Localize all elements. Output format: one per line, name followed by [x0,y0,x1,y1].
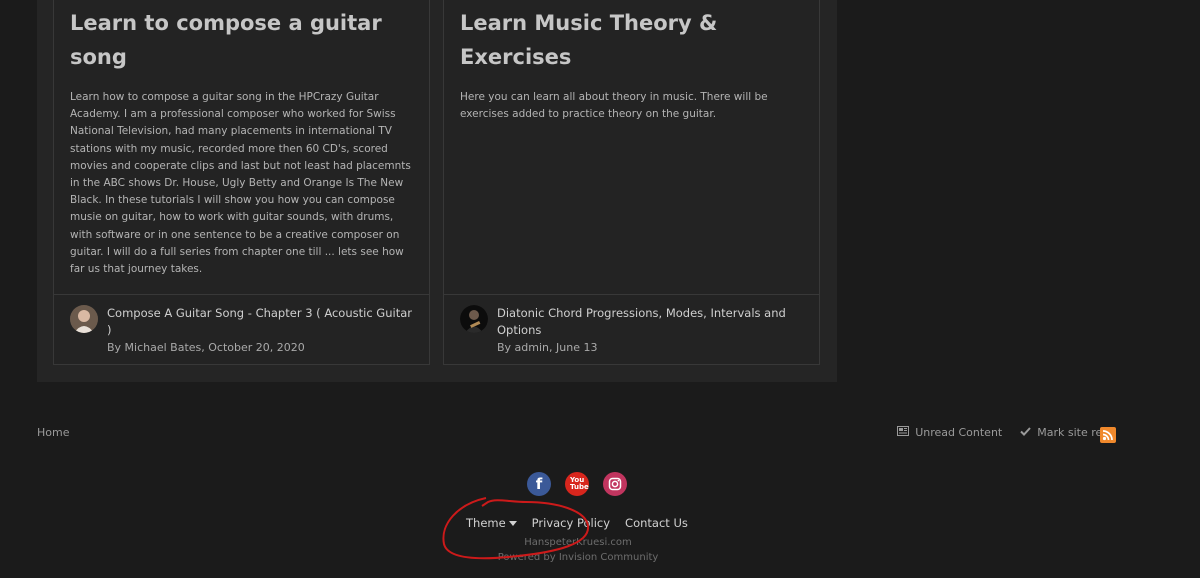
privacy-policy-link[interactable]: Privacy Policy [532,516,610,530]
theme-label: Theme [466,516,506,530]
copyright-text: HanspeterKruesi.com [524,537,632,548]
powered-by-link[interactable]: Powered by Invision Community [0,552,1156,563]
youtube-icon-label: You Tube [570,476,589,491]
forum-title-link[interactable]: Learn to compose a guitar song [70,6,415,74]
caret-down-icon [508,521,517,526]
footer-actions: Unread Content Mark site read [883,426,1116,439]
forum-description: Learn how to compose a guitar song in th… [70,91,411,276]
avatar[interactable] [70,305,98,333]
breadcrumb-home[interactable]: Home [37,426,69,439]
latest-post: Compose A Guitar Song - Chapter 3 ( Acou… [54,294,429,364]
latest-post: Diatonic Chord Progressions, Modes, Inte… [444,294,819,364]
forum-card-theory: Learn Music Theory & Exercises Here you … [443,0,820,365]
facebook-icon[interactable]: f [527,472,551,496]
forum-card-compose: Learn to compose a guitar song Learn how… [53,0,430,365]
forum-category-panel: Learn to compose a guitar song Learn how… [37,0,837,382]
instagram-icon[interactable] [603,472,627,496]
newspaper-icon [897,426,910,439]
footer-links: Theme Privacy Policy Contact Us [466,516,688,530]
unread-content-link[interactable]: Unread Content [897,426,1002,439]
forum-description: Here you can learn all about theory in m… [460,91,768,121]
theme-selector[interactable]: Theme [466,516,517,530]
checkmark-icon [1020,426,1031,439]
latest-post-meta: By Michael Bates, October 20, 2020 [107,341,305,354]
latest-post-link[interactable]: Compose A Guitar Song - Chapter 3 ( Acou… [107,305,419,339]
latest-post-link[interactable]: Diatonic Chord Progressions, Modes, Inte… [497,305,809,339]
unread-content-label: Unread Content [915,426,1003,439]
forum-title-link[interactable]: Learn Music Theory & Exercises [460,6,805,74]
avatar[interactable] [460,305,488,333]
latest-post-meta: By admin, June 13 [497,341,598,354]
youtube-icon[interactable]: You Tube [565,472,589,496]
contact-us-link[interactable]: Contact Us [625,516,688,530]
social-links: f You Tube [527,472,627,496]
rss-icon[interactable] [1100,427,1116,443]
